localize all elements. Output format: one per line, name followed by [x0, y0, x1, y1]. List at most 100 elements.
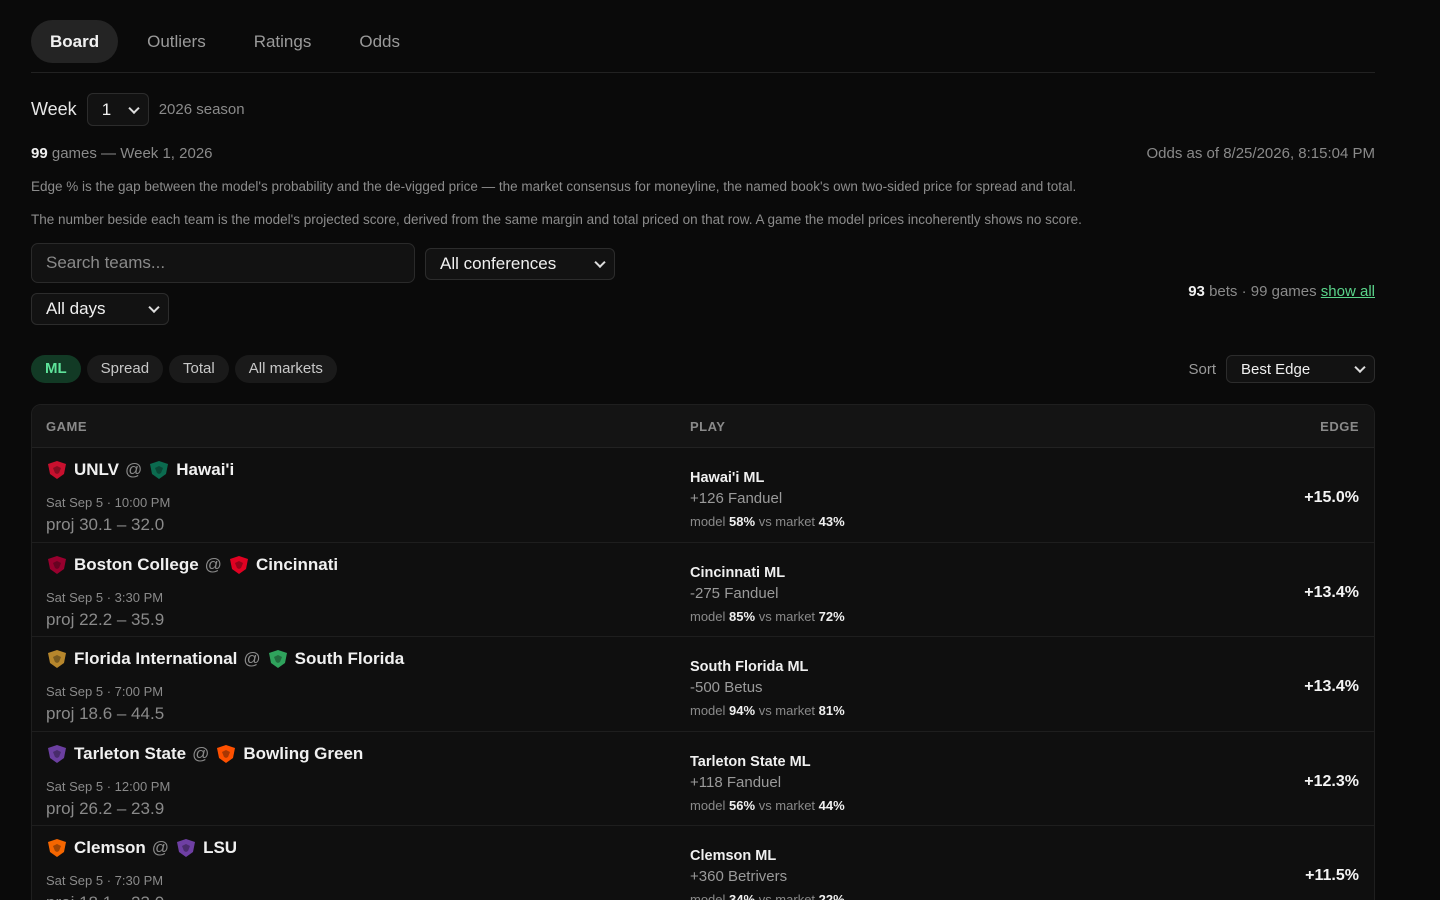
- conference-select[interactable]: All conferences: [425, 248, 615, 280]
- column-header-game: GAME: [46, 419, 87, 434]
- model-vs-market: model 56% vs market 44%: [690, 798, 845, 813]
- game-time: Sat Sep 5 · 7:30 PM: [46, 873, 164, 888]
- column-header-edge: EDGE: [1320, 419, 1359, 434]
- chevron-down-icon: [128, 102, 140, 114]
- game-time: Sat Sep 5 · 12:00 PM: [46, 778, 171, 794]
- tab-board[interactable]: Board: [31, 20, 119, 63]
- table-row[interactable]: Clemson @ LSU Sat Sep 5 · 7:30 PM proj 1…: [32, 826, 1374, 900]
- week-select[interactable]: 1: [86, 93, 149, 126]
- play-name: Clemson ML: [690, 848, 777, 864]
- chevron-down-icon: [594, 256, 606, 269]
- matchup: Tarleton State @ Bowling Green: [46, 744, 363, 764]
- game-time: Sat Sep 5 · 7:00 PM: [46, 684, 164, 699]
- bets-summary: 93 bets · 99 games show all: [1188, 283, 1375, 300]
- table-row[interactable]: Boston College @ Cincinnati Sat Sep 5 · …: [32, 543, 1374, 637]
- market-probability: 43%: [818, 514, 845, 529]
- home-team-name: LSU: [203, 838, 238, 857]
- chevron-down-icon: [148, 301, 160, 314]
- play-name: Cincinnati ML: [690, 564, 786, 581]
- away-team-logo-icon: [48, 744, 66, 763]
- week-label: Week: [31, 99, 77, 119]
- home-team-logo-icon: [177, 839, 196, 857]
- away-team-name: Tarleton State: [74, 743, 187, 763]
- away-team-name: Florida International: [74, 649, 238, 668]
- model-label: model: [690, 514, 730, 529]
- market-pill-total[interactable]: Total: [169, 355, 229, 383]
- table-body: UNLV @ Hawai'i Sat Sep 5 · 10:00 PM proj…: [32, 448, 1374, 900]
- days-select[interactable]: All days: [31, 293, 169, 325]
- market-filter: ML Spread Total All markets: [31, 355, 343, 383]
- play-price: +118 Fanduel: [690, 773, 782, 791]
- tab-odds[interactable]: Odds: [340, 20, 419, 63]
- week-row: Week 1 2026 season: [31, 93, 245, 126]
- at-separator: @: [125, 460, 143, 479]
- sort-label: Sort: [1188, 360, 1216, 378]
- edge-value: +15.0%: [1304, 489, 1359, 506]
- away-team-logo-icon: [48, 461, 66, 479]
- home-team-name: Hawai'i: [176, 460, 235, 479]
- away-team-logo-icon: [48, 650, 66, 668]
- vs-market-label: vs market: [758, 892, 819, 900]
- model-vs-market: model 58% vs market 43%: [690, 514, 845, 529]
- play-price: +360 Betrivers: [690, 868, 788, 885]
- days-value: All days: [46, 299, 106, 318]
- model-label: model: [690, 797, 730, 813]
- model-vs-market: model 34% vs market 22%: [690, 892, 845, 900]
- show-all-link[interactable]: show all: [1321, 283, 1375, 300]
- projection-explanation: The number beside each team is the model…: [31, 212, 1082, 227]
- main-tabs: Board Outliers Ratings Odds: [31, 20, 1375, 63]
- home-team-name: Cincinnati: [255, 554, 339, 574]
- model-label: model: [690, 608, 730, 624]
- edge-value: +11.5%: [1305, 867, 1359, 884]
- search-input[interactable]: [31, 243, 415, 283]
- table-row[interactable]: Florida International @ South Florida Sa…: [32, 637, 1374, 732]
- model-vs-market: model 85% vs market 72%: [690, 609, 845, 624]
- away-team-name: Boston College: [74, 554, 199, 574]
- vs-market-label: vs market: [758, 797, 819, 813]
- market-probability: 44%: [818, 797, 845, 813]
- table-row[interactable]: Tarleton State @ Bowling Green Sat Sep 5…: [32, 732, 1374, 826]
- market-pill-spread[interactable]: Spread: [86, 355, 164, 383]
- table-row[interactable]: UNLV @ Hawai'i Sat Sep 5 · 10:00 PM proj…: [32, 448, 1374, 543]
- bets-count: 93: [1188, 283, 1205, 300]
- model-probability: 94%: [729, 703, 756, 718]
- game-time: Sat Sep 5 · 3:30 PM: [46, 589, 164, 605]
- projected-score: proj 26.2 – 23.9: [46, 798, 165, 818]
- home-team-logo-icon: [268, 650, 287, 668]
- chevron-down-icon: [1354, 361, 1366, 374]
- play-price: -500 Betus: [690, 679, 763, 696]
- play-price: +126 Fanduel: [690, 490, 783, 507]
- tab-outliers[interactable]: Outliers: [128, 20, 225, 63]
- game-time: Sat Sep 5 · 10:00 PM: [46, 495, 171, 510]
- model-probability: 56%: [729, 797, 756, 813]
- at-separator: @: [192, 743, 210, 763]
- matchup: Clemson @ LSU: [46, 838, 237, 858]
- projected-score: proj 18.1 – 23.0: [46, 893, 164, 900]
- column-header-play: PLAY: [690, 419, 726, 434]
- home-team-logo-icon: [150, 461, 169, 479]
- market-pill-all[interactable]: All markets: [234, 355, 337, 383]
- home-team-logo-icon: [217, 744, 236, 763]
- table-header: GAME PLAY EDGE: [32, 405, 1374, 448]
- edge-value: +12.3%: [1304, 772, 1359, 790]
- away-team-logo-icon: [48, 555, 66, 574]
- projected-score: proj 18.6 – 44.5: [46, 704, 165, 723]
- market-pill-ml[interactable]: ML: [31, 355, 81, 383]
- away-team-name: Clemson: [74, 838, 146, 857]
- sort-select[interactable]: Best Edge: [1226, 355, 1375, 383]
- edge-value: +13.4%: [1304, 678, 1359, 695]
- at-separator: @: [204, 554, 222, 574]
- model-label: model: [690, 703, 730, 718]
- away-team-name: UNLV: [74, 460, 120, 479]
- home-team-logo-icon: [229, 555, 248, 574]
- play-name: South Florida ML: [690, 659, 809, 675]
- matchup: UNLV @ Hawai'i: [46, 460, 234, 480]
- play-name: Tarleton State ML: [690, 753, 811, 770]
- matchup: Florida International @ South Florida: [46, 649, 404, 669]
- games-summary: 99 games — Week 1, 2026 Odds as of 8/25/…: [31, 145, 1375, 165]
- tab-ratings[interactable]: Ratings: [235, 20, 331, 63]
- conference-value: All conferences: [440, 254, 557, 273]
- market-probability: 81%: [818, 703, 845, 718]
- model-label: model: [690, 892, 730, 900]
- market-probability: 22%: [818, 892, 845, 900]
